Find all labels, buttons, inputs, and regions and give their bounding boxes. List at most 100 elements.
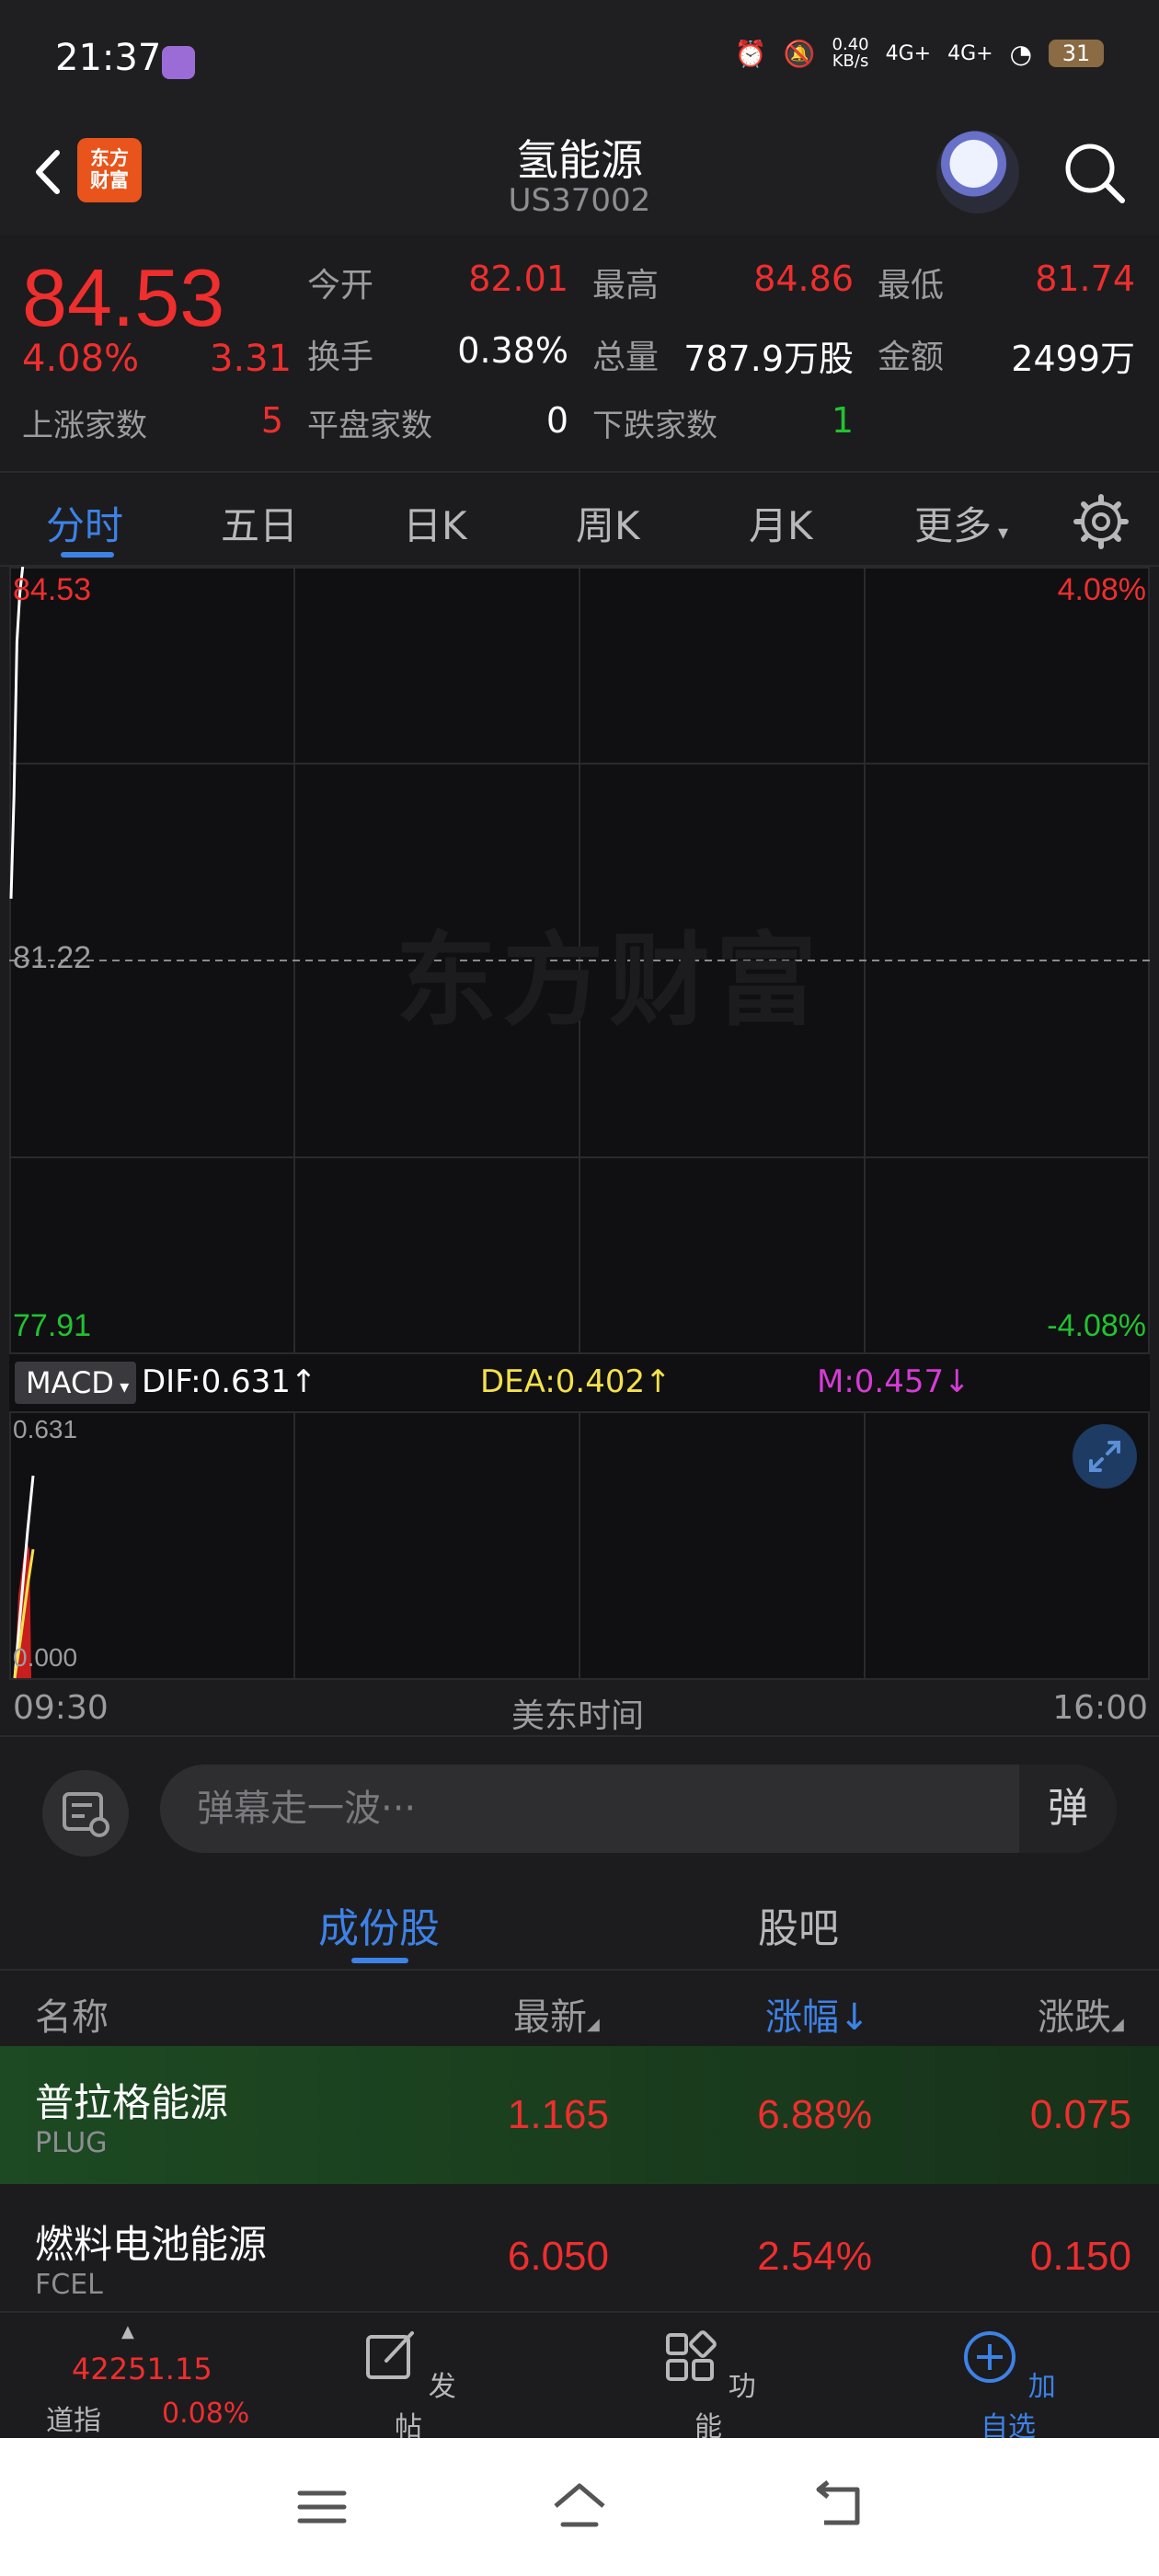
macd-chart-svg: [9, 1411, 1150, 1680]
assistant-avatar-icon[interactable]: [936, 131, 1019, 213]
danmu-toggle-button[interactable]: 弹: [1019, 1765, 1117, 1853]
stock-change: 0.075: [1029, 2092, 1131, 2137]
down-count: 1: [831, 400, 854, 441]
sub-tabs: 成份股 股吧: [0, 1873, 1159, 1971]
macd-top-value: 0.631: [13, 1415, 78, 1443]
stock-code: FCEL: [35, 2269, 103, 2301]
down-count-label: 下跌家数: [592, 408, 717, 444]
subtab-indicator: [351, 1958, 408, 1963]
index-pct: 0.08%: [162, 2398, 250, 2430]
price-series-line: [9, 567, 25, 899]
status-bar: 21:37 ⏰ 🔕 0.40 KB/s 4G+ 4G+ ◔ 31: [0, 0, 1159, 120]
time-end: 16:00: [1052, 1689, 1148, 1727]
post-button[interactable]: 发帖: [353, 2328, 464, 2444]
volume-value: 787.9万股: [683, 339, 854, 379]
stock-name: 普拉格能源: [35, 2080, 229, 2125]
header: 东方 财富 氢能源 US37002: [0, 120, 1159, 235]
tab-daily-k[interactable]: 日K: [403, 495, 467, 551]
gear-icon[interactable]: [1073, 493, 1130, 550]
high-value: 84.86: [753, 259, 854, 299]
col-latest[interactable]: 最新◢: [513, 1987, 600, 2041]
tab-monthly-k[interactable]: 月K: [749, 495, 813, 551]
col-change[interactable]: 涨跌◢: [1038, 1987, 1124, 2041]
chart-bottom-price: 77.91: [13, 1308, 92, 1343]
search-icon[interactable]: [1058, 136, 1131, 210]
col-name[interactable]: 名称: [35, 1987, 109, 2041]
tab-constituents[interactable]: 成份股: [318, 1895, 440, 1954]
chart-bottom-pct: -4.08%: [1047, 1308, 1146, 1343]
mute-icon: 🔕: [783, 38, 816, 69]
wifi-icon: ◔: [1009, 38, 1032, 69]
chart-mid-price: 81.22: [13, 940, 92, 975]
back-nav-icon[interactable]: [809, 2480, 868, 2532]
flat-count-label: 平盘家数: [307, 408, 432, 444]
functions-button[interactable]: 功能: [653, 2328, 763, 2444]
add-watchlist-button[interactable]: 加自选: [953, 2328, 1063, 2444]
tab-intraday[interactable]: 分时: [46, 495, 123, 551]
tab-forum[interactable]: 股吧: [758, 1895, 839, 1954]
volume-label: 总量: [592, 339, 660, 376]
home-icon[interactable]: [550, 2478, 609, 2534]
stock-latest: 1.165: [507, 2092, 609, 2137]
last-price: 84.53: [22, 252, 225, 343]
stock-latest: 6.050: [507, 2234, 609, 2279]
stock-name: 燃料电池能源: [35, 2222, 268, 2267]
menu-icon[interactable]: [294, 2484, 350, 2530]
stock-pct: 2.54%: [757, 2234, 872, 2279]
chart-top-pct: 4.08%: [1057, 572, 1146, 607]
amount-label: 金额: [878, 339, 945, 376]
macd-header: MACD ▾ DIF:0.631↑ DEA:0.402↑ M:0.457↓: [9, 1354, 1150, 1411]
plus-circle-icon: [964, 2331, 1016, 2383]
intraday-chart[interactable]: 东方财富 84.53 4.08% 81.22 77.91 -4.08%: [9, 567, 1150, 1354]
col-pct[interactable]: 涨幅↓: [765, 1987, 870, 2041]
chart-top-price: 84.53: [13, 572, 92, 607]
battery: 31: [1049, 40, 1104, 67]
turnover-value: 0.38%: [457, 330, 568, 371]
edit-icon: [366, 2331, 415, 2379]
stock-change: 0.150: [1029, 2234, 1131, 2279]
macd-chart: 0.631 0.000: [9, 1411, 1150, 1680]
expand-icon[interactable]: [1073, 1424, 1137, 1489]
stock-code: PLUG: [35, 2127, 108, 2159]
stock-pct: 6.88%: [757, 2092, 872, 2137]
danmu-input[interactable]: 弹幕走一波···: [160, 1765, 1117, 1853]
up-count-label: 上涨家数: [22, 408, 147, 444]
time-axis-label: 美东时间: [511, 1697, 645, 1735]
time-start: 09:30: [13, 1689, 109, 1727]
tab-more[interactable]: 更多 ▾: [914, 495, 1008, 551]
system-nav-bar: [0, 2438, 1159, 2576]
tab-indicator: [61, 552, 114, 558]
change-value: 3.31: [210, 338, 293, 380]
macd-bottom-value: 0.000: [13, 1643, 78, 1672]
signal-2: 4G+: [947, 41, 993, 65]
amount-value: 2499万: [1011, 339, 1135, 379]
bottom-bar: ▲ 42251.15 道指 0.08% 发帖 功能 加自选: [0, 2311, 1159, 2444]
index-ticker[interactable]: ▲ 42251.15 道指 0.08%: [37, 2322, 258, 2437]
low-value: 81.74: [1035, 259, 1135, 299]
signal-1: 4G+: [885, 41, 932, 65]
table-header: 名称 最新◢ 涨幅↓ 涨跌◢: [0, 1971, 1159, 2046]
table-row[interactable]: 燃料电池能源 FCEL 6.050 2.54% 0.150: [0, 2188, 1159, 2311]
low-label: 最低: [878, 267, 945, 305]
indicator-select[interactable]: MACD ▾: [15, 1362, 136, 1404]
period-tabs: 分时 五日 日K 周K 月K 更多 ▾: [0, 471, 1159, 567]
status-icons: ⏰ 🔕 0.40 KB/s 4G+ 4G+ ◔ 31: [735, 37, 1104, 70]
table-row[interactable]: 普拉格能源 PLUG 1.165 6.88% 0.075: [0, 2046, 1159, 2184]
tab-weekly-k[interactable]: 周K: [576, 495, 640, 551]
macd-dea: DEA:0.402↑: [480, 1363, 671, 1400]
turnover-label: 换手: [307, 339, 374, 376]
danmu-settings-icon[interactable]: [42, 1770, 129, 1857]
app-badge-icon: [162, 46, 195, 79]
danmu-bar: 弹幕走一波··· 弹: [0, 1737, 1159, 1873]
high-label: 最高: [592, 267, 660, 305]
up-count: 5: [260, 400, 283, 441]
watermark: 东方财富: [396, 922, 822, 1040]
open-value: 82.01: [468, 259, 568, 299]
open-label: 今开: [307, 267, 374, 305]
index-name: 道指: [46, 2405, 101, 2437]
tab-five-day[interactable]: 五日: [221, 495, 298, 551]
time-axis: 09:30 美东时间 16:00: [0, 1680, 1159, 1737]
change-pct: 4.08%: [22, 338, 140, 380]
status-time: 21:37: [55, 37, 162, 79]
macd-dif: DIF:0.631↑: [142, 1363, 317, 1400]
